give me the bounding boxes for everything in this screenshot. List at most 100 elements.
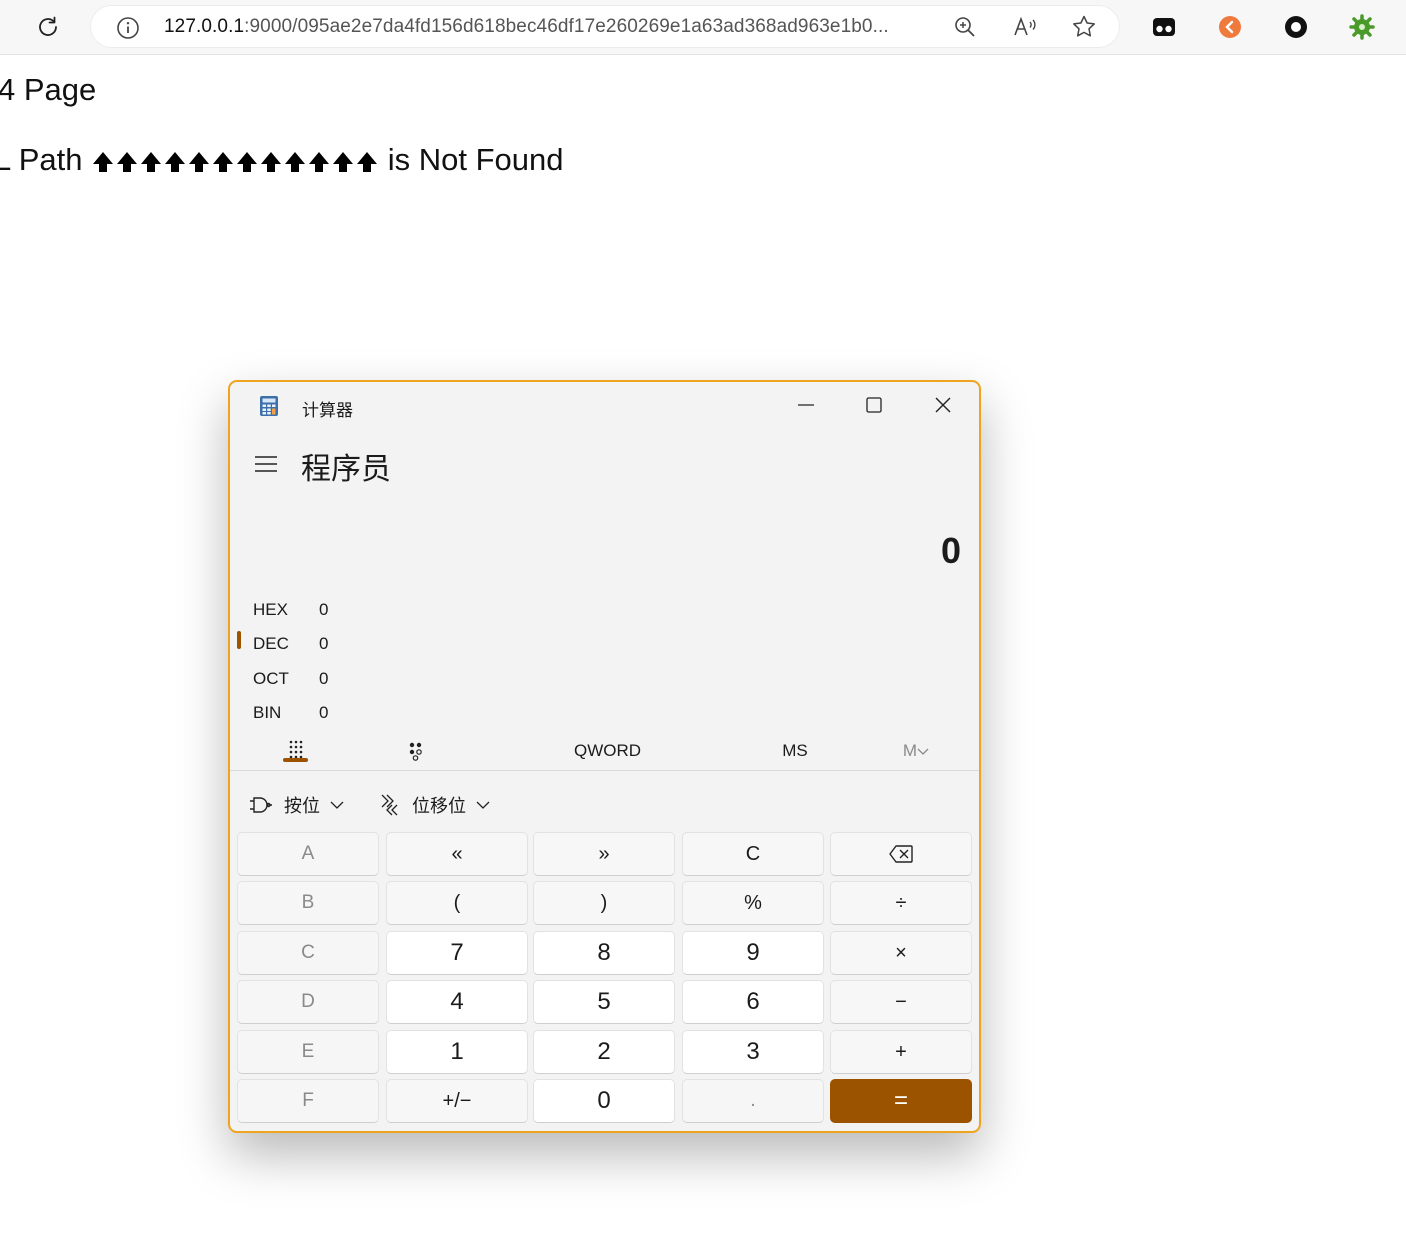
calculator-window: 计算器 程序员 0 HEX 0 DEC 0 OCT 0 BIN 0 QWORD … bbox=[228, 380, 981, 1133]
chevron-down-icon bbox=[330, 801, 344, 809]
hex-c-key[interactable]: C bbox=[237, 931, 379, 975]
memory-dropdown-button[interactable]: M bbox=[896, 736, 936, 766]
key-label: 8 bbox=[597, 939, 611, 966]
garbled-glyph-icon bbox=[333, 151, 354, 172]
extension-ring-icon[interactable] bbox=[1279, 10, 1313, 44]
garbled-glyphs bbox=[91, 142, 379, 177]
keypad-mode-bar: QWORD MS M bbox=[230, 732, 979, 770]
digit-1-key[interactable]: 1 bbox=[386, 1030, 528, 1074]
zoom-icon[interactable] bbox=[952, 14, 978, 40]
digit-4-key[interactable]: 4 bbox=[386, 980, 528, 1024]
digit-0-key[interactable]: 0 bbox=[533, 1079, 675, 1123]
page-title: 4 Page bbox=[0, 72, 97, 107]
key-label: 2 bbox=[597, 1038, 611, 1065]
selected-radix-indicator bbox=[237, 631, 241, 649]
key-label: B bbox=[301, 892, 315, 913]
digit-6-key[interactable]: 6 bbox=[682, 980, 824, 1024]
backspace-key[interactable] bbox=[830, 832, 972, 876]
garbled-glyph-icon bbox=[213, 151, 234, 172]
radix-row-hex[interactable]: HEX 0 bbox=[230, 594, 979, 626]
radix-name: DEC bbox=[253, 634, 289, 653]
extension-mask-icon[interactable] bbox=[1147, 10, 1181, 44]
key-label: E bbox=[301, 1041, 315, 1062]
calculator-titlebar[interactable]: 计算器 bbox=[230, 382, 979, 428]
bit-toggle-keypad-icon[interactable] bbox=[404, 736, 428, 766]
decimal-key[interactable]: . bbox=[682, 1079, 824, 1123]
key-label: + bbox=[895, 1040, 907, 1063]
garbled-glyph-icon bbox=[141, 151, 162, 172]
key-label: 9 bbox=[746, 939, 760, 966]
digit-8-key[interactable]: 8 bbox=[533, 931, 675, 975]
left-shift-key[interactable]: « bbox=[386, 832, 528, 876]
key-label: 6 bbox=[746, 988, 760, 1015]
site-info-icon[interactable] bbox=[116, 16, 140, 45]
maximize-button[interactable] bbox=[851, 388, 897, 422]
radix-row-bin[interactable]: BIN 0 bbox=[230, 697, 979, 729]
open-paren-key[interactable]: ( bbox=[386, 881, 528, 925]
bitshift-dropdown[interactable]: 位移位 bbox=[378, 788, 490, 822]
radix-value: 0 bbox=[319, 634, 329, 653]
url-text[interactable]: 127.0.0.1:9000/095ae2e7da4fd156d618bec46… bbox=[164, 16, 944, 38]
key-label: 0 bbox=[597, 1087, 611, 1114]
digit-2-key[interactable]: 2 bbox=[533, 1030, 675, 1074]
radix-value: 0 bbox=[319, 600, 329, 619]
key-label: × bbox=[895, 941, 907, 964]
key-label: ( bbox=[453, 891, 461, 914]
bitwise-dropdown[interactable]: 按位 bbox=[248, 788, 344, 822]
address-bar[interactable]: 127.0.0.1:9000/095ae2e7da4fd156d618bec46… bbox=[90, 5, 1120, 48]
minimize-button[interactable] bbox=[783, 388, 829, 422]
digit-3-key[interactable]: 3 bbox=[682, 1030, 824, 1074]
clear-key[interactable]: C bbox=[682, 832, 824, 876]
key-label: A bbox=[301, 843, 315, 864]
key-label: 3 bbox=[746, 1038, 760, 1065]
subtract-key[interactable]: − bbox=[830, 980, 972, 1024]
hex-d-key[interactable]: D bbox=[237, 980, 379, 1024]
result-display: 0 bbox=[940, 530, 961, 571]
garbled-glyph-icon bbox=[189, 151, 210, 172]
radix-name: HEX bbox=[253, 600, 288, 619]
digit-9-key[interactable]: 9 bbox=[682, 931, 824, 975]
chevron-down-icon bbox=[917, 748, 929, 755]
hex-e-key[interactable]: E bbox=[237, 1030, 379, 1074]
garbled-glyph-icon bbox=[117, 151, 138, 172]
key-label: C bbox=[301, 942, 315, 963]
message-suffix: is Not Found bbox=[387, 142, 564, 177]
multiply-key[interactable]: × bbox=[830, 931, 972, 975]
right-shift-key[interactable]: » bbox=[533, 832, 675, 876]
word-size-button[interactable]: QWORD bbox=[560, 736, 655, 766]
key-label: « bbox=[451, 842, 463, 865]
garbled-glyph-icon bbox=[93, 151, 114, 172]
divide-key[interactable]: ÷ bbox=[830, 881, 972, 925]
extension-orange-icon[interactable] bbox=[1213, 10, 1247, 44]
negate-key[interactable]: +/− bbox=[386, 1079, 528, 1123]
operations-bar: 按位 位移位 bbox=[230, 788, 979, 822]
key-label: 5 bbox=[597, 988, 611, 1015]
close-button[interactable] bbox=[920, 388, 966, 422]
key-label: C bbox=[745, 842, 761, 865]
radix-row-oct[interactable]: OCT 0 bbox=[230, 663, 979, 695]
radix-row-dec[interactable]: DEC 0 bbox=[230, 628, 979, 660]
backspace-icon bbox=[889, 845, 913, 863]
hex-a-key[interactable]: A bbox=[237, 832, 379, 876]
close-paren-key[interactable]: ) bbox=[533, 881, 675, 925]
equals-key[interactable]: = bbox=[830, 1079, 972, 1123]
hamburger-menu-icon[interactable] bbox=[254, 454, 278, 474]
hex-f-key[interactable]: F bbox=[237, 1079, 379, 1123]
memory-store-button[interactable]: MS bbox=[770, 736, 820, 766]
chevron-down-icon bbox=[476, 801, 490, 809]
modulo-key[interactable]: % bbox=[682, 881, 824, 925]
calculator-app-icon bbox=[260, 396, 278, 416]
favorite-star-icon[interactable] bbox=[1071, 14, 1097, 40]
extension-gear-icon[interactable] bbox=[1345, 10, 1379, 44]
browser-toolbar: 127.0.0.1:9000/095ae2e7da4fd156d618bec46… bbox=[0, 0, 1406, 55]
garbled-glyph-icon bbox=[285, 151, 306, 172]
bitshift-label: 位移位 bbox=[412, 796, 466, 816]
radix-value: 0 bbox=[319, 669, 329, 688]
digit-7-key[interactable]: 7 bbox=[386, 931, 528, 975]
memory-recall-label: M bbox=[902, 741, 918, 760]
read-aloud-icon[interactable] bbox=[1012, 14, 1038, 40]
refresh-icon[interactable] bbox=[31, 10, 65, 44]
add-key[interactable]: + bbox=[830, 1030, 972, 1074]
digit-5-key[interactable]: 5 bbox=[533, 980, 675, 1024]
hex-b-key[interactable]: B bbox=[237, 881, 379, 925]
